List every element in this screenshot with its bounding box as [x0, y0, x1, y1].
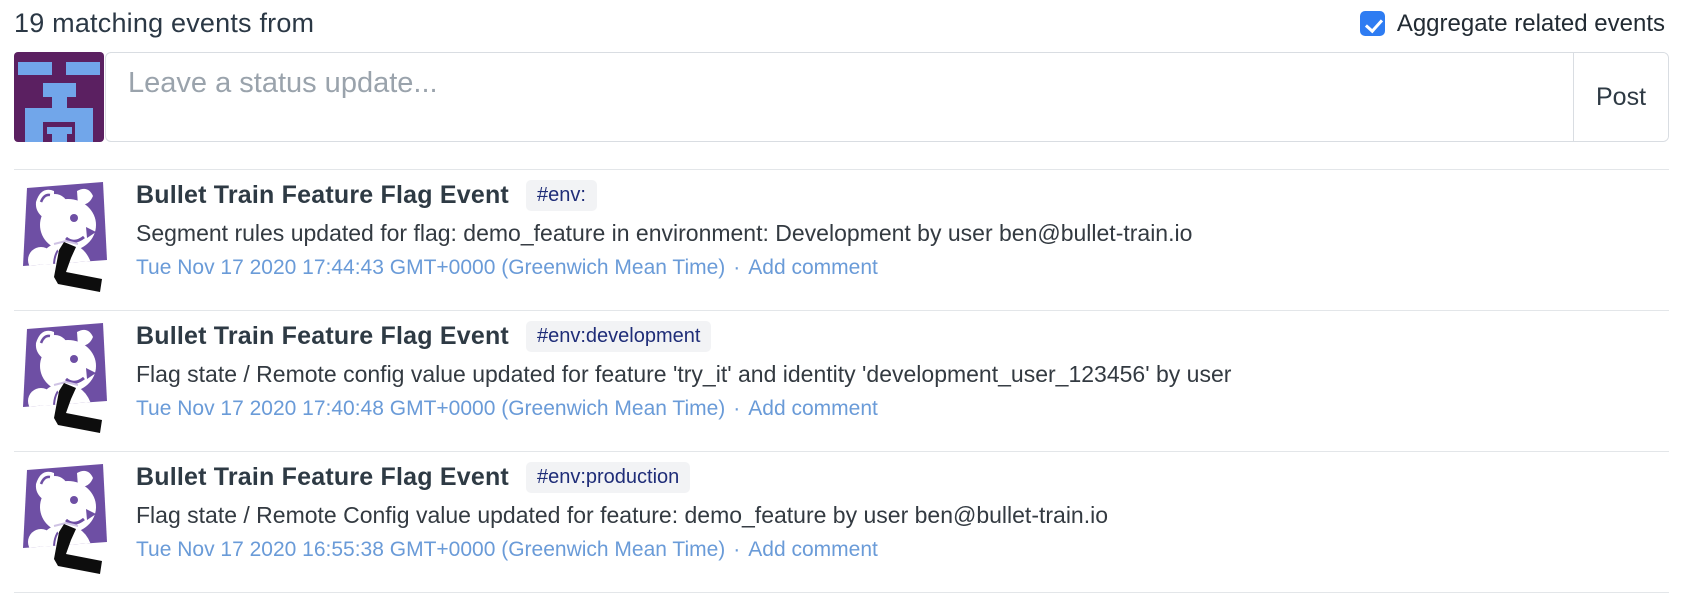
status-update-box: Post [105, 52, 1669, 142]
event-timestamp-link[interactable]: Tue Nov 17 2020 16:55:38 GMT+0000 (Green… [136, 538, 725, 562]
event-description: Flag state / Remote config value updated… [136, 361, 1231, 388]
event-title: Bullet Train Feature Flag Event [136, 322, 509, 351]
event-content: Bullet Train Feature Flag Event #env:pro… [136, 458, 1108, 562]
status-update-input[interactable] [106, 53, 1573, 141]
event-row[interactable]: Bullet Train Feature Flag Event #env: Se… [14, 169, 1669, 310]
aggregate-related-events-toggle[interactable]: Aggregate related events [1360, 10, 1665, 38]
add-comment-link[interactable]: Add comment [748, 256, 878, 280]
event-stream-page: 19 matching events from Aggregate relate… [0, 0, 1683, 606]
dot-separator: · [733, 538, 740, 562]
event-description: Segment rules updated for flag: demo_fea… [136, 220, 1192, 247]
datadog-dog-logo-icon [14, 178, 114, 300]
event-env-tag[interactable]: #env:production [526, 462, 690, 493]
datadog-dog-logo-icon [14, 460, 114, 582]
event-row[interactable]: Bullet Train Feature Flag Event #env:pro… [14, 451, 1669, 592]
dot-separator: · [733, 397, 740, 421]
aggregate-label: Aggregate related events [1397, 10, 1665, 38]
event-title: Bullet Train Feature Flag Event [136, 463, 509, 492]
status-composer: Post [14, 52, 1669, 142]
add-comment-link[interactable]: Add comment [748, 538, 878, 562]
add-comment-link[interactable]: Add comment [748, 397, 878, 421]
user-avatar-icon [14, 52, 104, 142]
event-title: Bullet Train Feature Flag Event [136, 181, 509, 210]
event-timestamp-link[interactable]: Tue Nov 17 2020 17:44:43 GMT+0000 (Green… [136, 256, 725, 280]
event-list: Bullet Train Feature Flag Event #env: Se… [14, 169, 1669, 593]
post-button[interactable]: Post [1573, 53, 1668, 141]
topbar: 19 matching events from Aggregate relate… [0, 0, 1683, 39]
page-title: 19 matching events from [14, 8, 314, 39]
datadog-dog-logo-icon [14, 319, 114, 441]
event-description: Flag state / Remote Config value updated… [136, 502, 1108, 529]
dot-separator: · [733, 256, 740, 280]
event-content: Bullet Train Feature Flag Event #env: Se… [136, 176, 1192, 280]
event-timestamp-link[interactable]: Tue Nov 17 2020 17:40:48 GMT+0000 (Green… [136, 397, 725, 421]
event-row[interactable]: Bullet Train Feature Flag Event #env:dev… [14, 310, 1669, 451]
event-content: Bullet Train Feature Flag Event #env:dev… [136, 317, 1231, 421]
aggregate-checkbox[interactable] [1360, 11, 1385, 36]
event-env-tag[interactable]: #env: [526, 180, 597, 211]
event-env-tag[interactable]: #env:development [526, 321, 711, 352]
